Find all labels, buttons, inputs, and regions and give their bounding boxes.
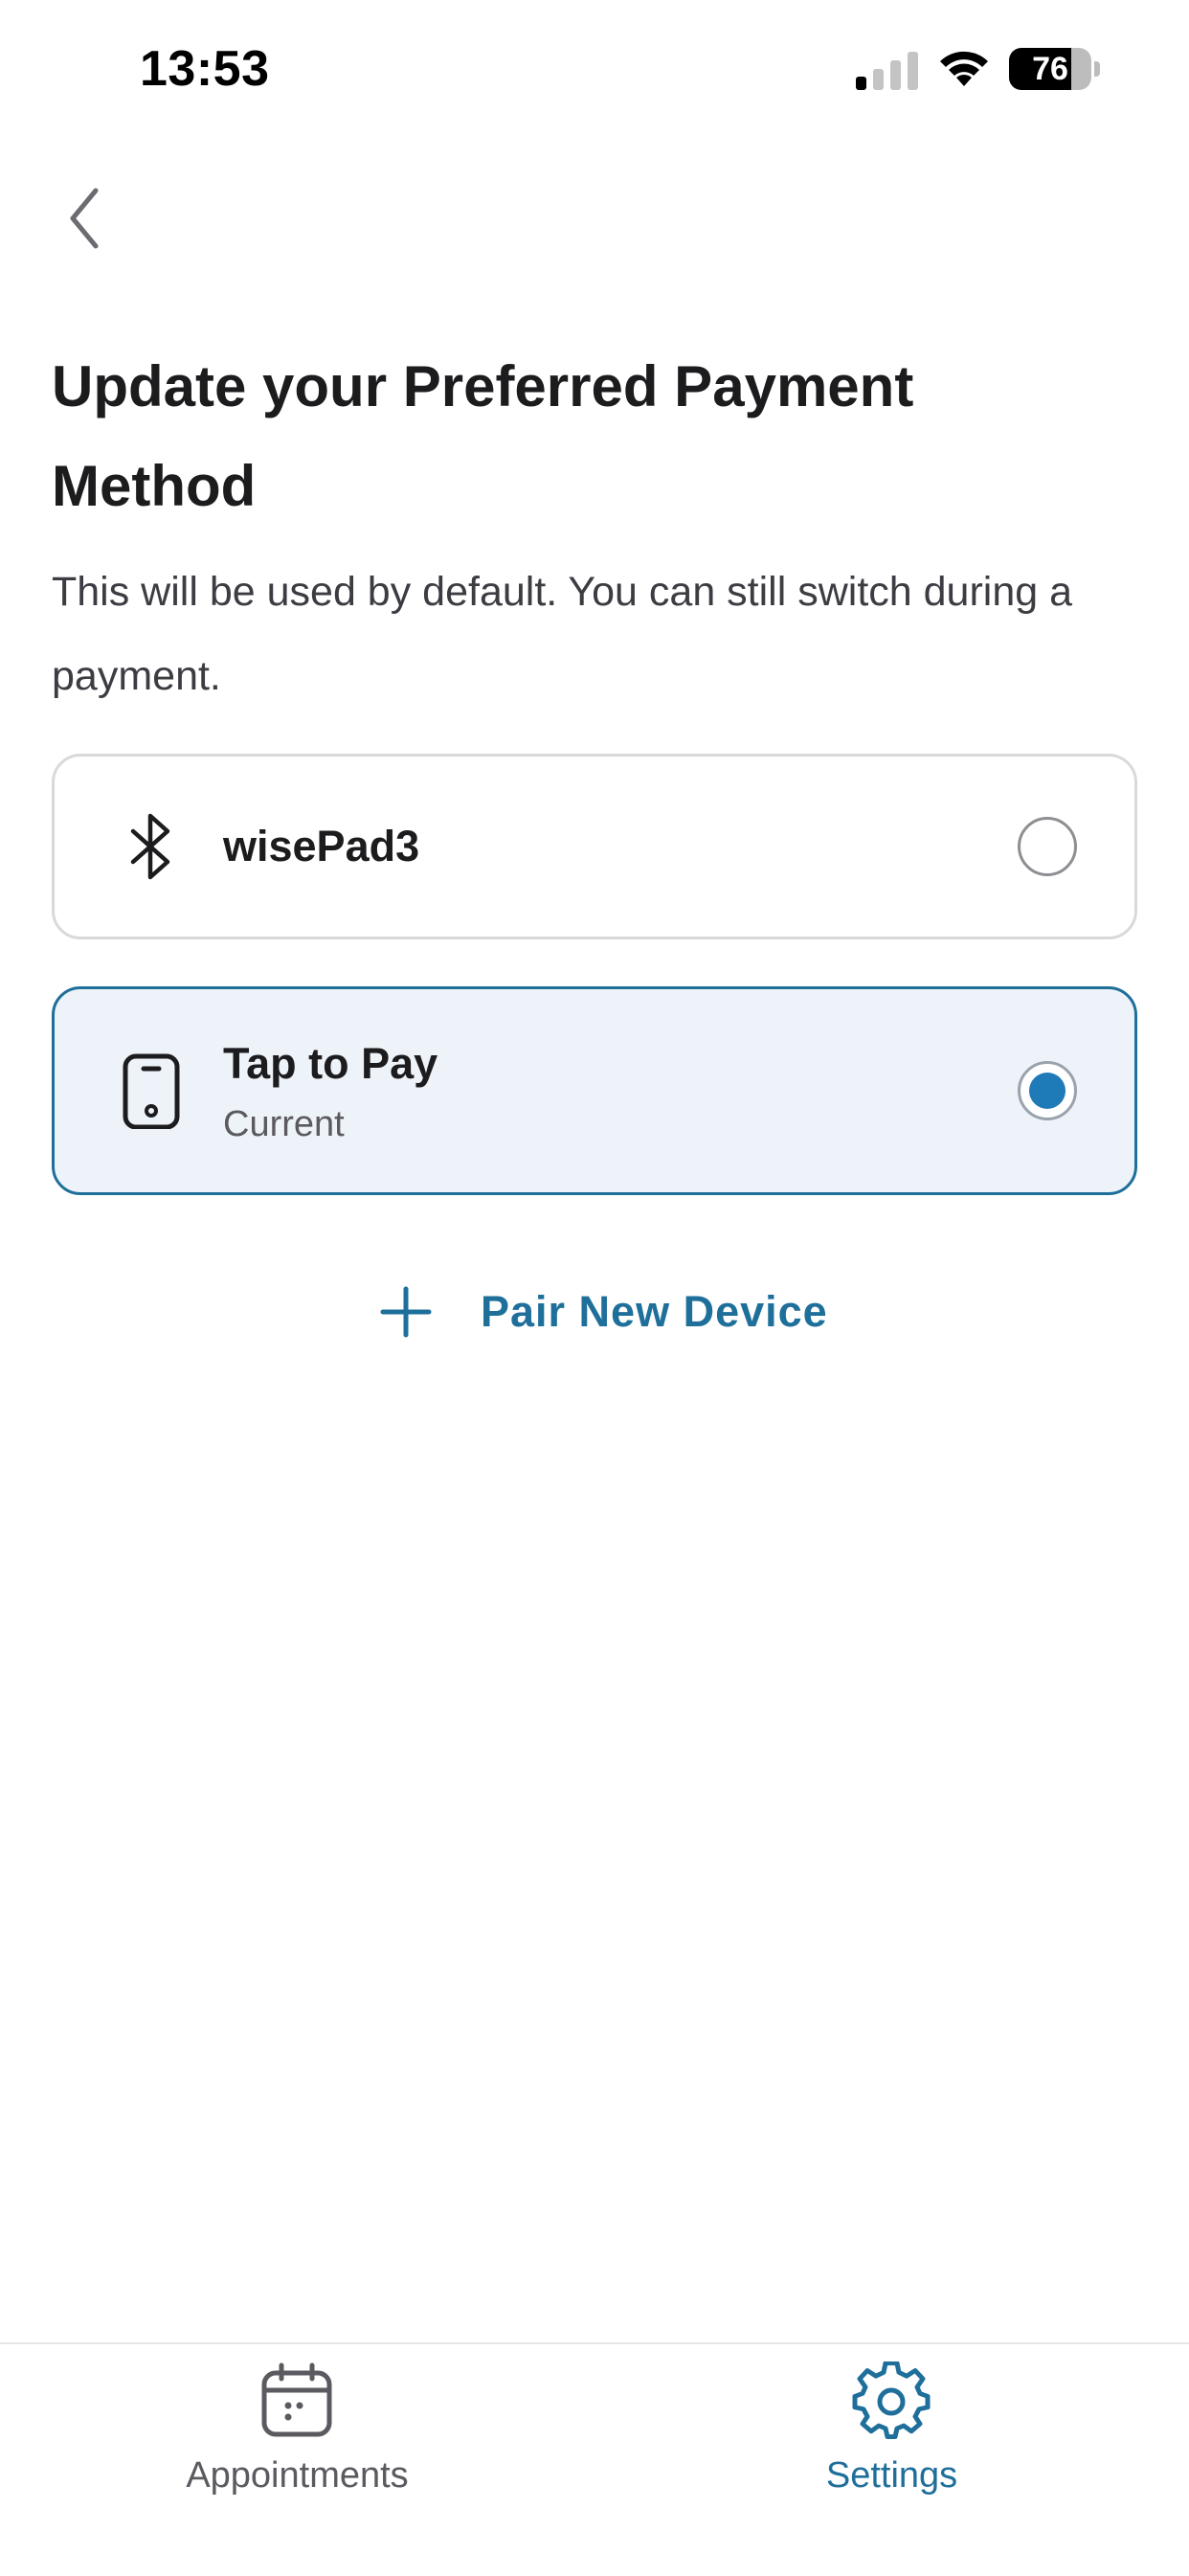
bluetooth-icon xyxy=(130,813,170,880)
tab-settings[interactable]: Settings xyxy=(594,2344,1189,2576)
payment-option-wisepad3[interactable]: wisePad3 xyxy=(52,754,1137,939)
page-title: Update your Preferred Payment Method xyxy=(52,354,914,518)
gear-icon xyxy=(852,2361,931,2439)
radio-dot xyxy=(1029,1073,1066,1109)
payment-option-tap-to-pay[interactable]: Tap to Pay Current xyxy=(52,986,1137,1195)
calendar-icon xyxy=(261,2362,332,2437)
status-bar: 13:53 76 xyxy=(0,0,1189,144)
option-status: Current xyxy=(223,1104,345,1144)
battery-percent: 76 xyxy=(1032,51,1068,87)
tab-label: Settings xyxy=(825,2455,958,2496)
tab-bar: Appointments Settings xyxy=(0,2342,1189,2576)
wifi-icon xyxy=(940,51,988,86)
pair-new-device-button[interactable]: Pair New Device xyxy=(379,1278,828,1345)
battery-icon: 76 xyxy=(1009,48,1101,90)
page-subtitle: This will be used by default. You can st… xyxy=(52,569,1073,699)
plus-icon xyxy=(380,1286,432,1338)
option-label: wisePad3 xyxy=(223,822,420,870)
tab-label: Appointments xyxy=(186,2455,409,2496)
signal-icon xyxy=(856,52,918,90)
tab-appointments[interactable]: Appointments xyxy=(0,2344,594,2576)
back-button[interactable] xyxy=(56,180,113,257)
chevron-left-icon xyxy=(70,188,99,249)
pair-new-device-label: Pair New Device xyxy=(481,1287,828,1336)
option-label: Tap to Pay xyxy=(223,1039,438,1088)
radio-button-selected[interactable] xyxy=(1018,1061,1077,1120)
status-time: 13:53 xyxy=(140,41,270,97)
phone-icon xyxy=(123,1053,180,1129)
radio-button[interactable] xyxy=(1018,817,1077,876)
